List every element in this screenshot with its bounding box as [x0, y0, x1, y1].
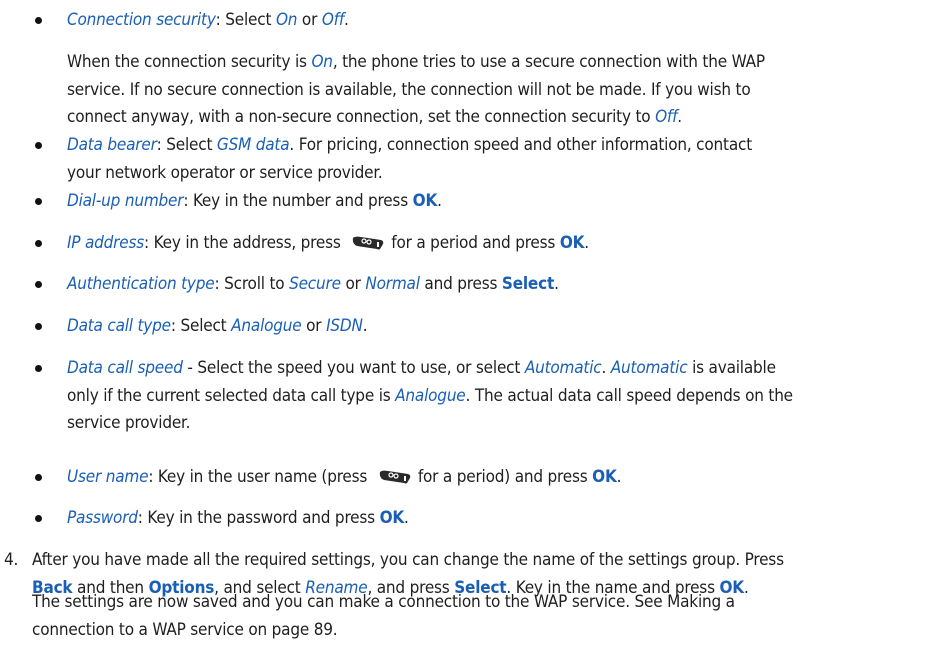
bullet-icon	[35, 365, 42, 372]
body-text: service. If no secure connection is avai…	[67, 79, 751, 100]
text-line: connect anyway, with a non-secure connec…	[67, 105, 682, 129]
text-line: service. If no secure connection is avai…	[67, 78, 751, 102]
menu-option-text: Off	[655, 107, 678, 127]
bullet-icon	[35, 17, 42, 24]
menu-option-text: On	[311, 52, 333, 72]
text-line: Data call speed - Select the speed you w…	[67, 356, 776, 380]
softkey-label: OK	[379, 508, 405, 528]
text-line: When the connection security is On, the …	[67, 50, 765, 74]
text-line: only if the current selected data call t…	[67, 384, 793, 408]
body-text: After you have made all the required set…	[32, 550, 784, 570]
text-line: Password: Key in the password and press …	[67, 506, 409, 530]
text-line: The settings are now saved and you can m…	[32, 590, 735, 614]
body-text: .	[344, 10, 349, 30]
menu-option-text: Automatic	[524, 358, 602, 378]
bullet-icon	[35, 515, 42, 522]
bullet-icon	[35, 198, 42, 205]
menu-option-text: ISDN	[326, 316, 363, 336]
text-line: Authentication type: Scroll to Secure or…	[67, 272, 559, 296]
menu-option-text: Automatic	[610, 358, 688, 378]
text-line: Connection security: Select On or Off.	[67, 8, 349, 32]
text-line: Data bearer: Select GSM data. For pricin…	[67, 133, 752, 157]
bullet-icon	[35, 142, 42, 149]
body-text: : Select	[215, 10, 276, 30]
text-line: IP address: Key in the address, press fo…	[67, 231, 589, 258]
text-line: connection to a WAP service on page 89.	[32, 618, 338, 642]
body-text: : Scroll to	[214, 274, 290, 294]
menu-option-text: Connection security	[67, 10, 216, 30]
body-text: : Select	[156, 135, 217, 155]
body-text: or	[340, 274, 366, 294]
body-text: your network operator or service provide…	[67, 162, 383, 183]
key-0-icon	[378, 468, 412, 492]
text-line: Dial-up number: Key in the number and pr…	[67, 189, 442, 213]
menu-option-text: Normal	[365, 274, 420, 294]
bullet-icon	[35, 281, 42, 288]
text-line: After you have made all the required set…	[32, 548, 784, 572]
body-text: for a period and press	[391, 233, 560, 253]
menu-option-text: Authentication type	[67, 274, 215, 294]
body-text: for a period) and press	[417, 467, 593, 487]
menu-option-text: Off	[321, 10, 345, 30]
body-text: .	[404, 508, 409, 528]
menu-option-text: Secure	[289, 274, 341, 294]
body-text: .	[743, 577, 749, 598]
body-text: .	[601, 358, 611, 378]
body-text: .	[437, 191, 442, 211]
body-text: . The actual data call speed depends on …	[465, 385, 794, 406]
body-text: The settings are now saved and you can m…	[32, 592, 735, 612]
menu-option-text: Data call speed	[67, 358, 183, 378]
body-text: or	[297, 10, 322, 30]
menu-option-text: Data bearer	[67, 135, 157, 155]
body-text: , the phone tries to use a secure connec…	[332, 52, 765, 72]
softkey-label: Select	[501, 274, 555, 294]
menu-option-text: Analogue	[395, 385, 466, 406]
body-text: .	[677, 107, 682, 127]
text-line: Data call type: Select Analogue or ISDN.	[67, 314, 368, 338]
menu-option-text: Password	[67, 508, 138, 528]
menu-option-text: Data call type	[67, 316, 171, 336]
body-text: - Select the speed you want to use, or s…	[182, 358, 525, 378]
menu-option-text: Analogue	[231, 316, 302, 336]
body-text: .	[554, 274, 559, 294]
menu-option-text: User name	[67, 467, 149, 487]
body-text: .	[616, 467, 622, 487]
bullet-icon	[35, 323, 42, 330]
body-text: service provider.	[67, 413, 191, 433]
body-text: only if the current selected data call t…	[67, 385, 396, 406]
body-text: connection to a WAP service on page 89.	[32, 619, 338, 640]
text-line: service provider.	[67, 411, 190, 435]
body-text: .	[362, 316, 368, 336]
bullet-icon	[35, 240, 42, 247]
step-number: 4.	[4, 550, 19, 570]
body-text: : Key in the number and press	[183, 191, 413, 211]
body-text: . For pricing, connection speed and othe…	[289, 135, 753, 155]
body-text: : Select	[170, 316, 232, 336]
body-text: and press	[419, 274, 502, 294]
bullet-icon	[35, 474, 42, 481]
manual-page: Connection security: Select On or Off. Wh…	[0, 0, 952, 645]
key-0-icon	[351, 234, 385, 258]
body-text: .	[584, 233, 589, 253]
body-text: is available	[687, 358, 776, 378]
menu-option-text: On	[275, 10, 298, 30]
body-text: : Key in the password and press	[137, 508, 380, 528]
menu-option-text: GSM data	[216, 135, 290, 155]
body-text: or	[301, 316, 327, 336]
body-text: When the connection security is	[67, 52, 312, 72]
menu-option-text: IP address	[67, 233, 145, 253]
softkey-label: OK	[559, 233, 585, 253]
body-text: connect anyway, with a non-secure connec…	[67, 107, 656, 127]
menu-option-text: Dial-up number	[67, 191, 184, 211]
body-text: : Key in the user name (press	[148, 467, 372, 487]
softkey-label: OK	[412, 191, 438, 211]
text-line: your network operator or service provide…	[67, 161, 383, 185]
text-line: User name: Key in the user name (press f…	[67, 465, 621, 492]
body-text: : Key in the address, press	[144, 233, 346, 253]
softkey-label: OK	[592, 467, 617, 487]
